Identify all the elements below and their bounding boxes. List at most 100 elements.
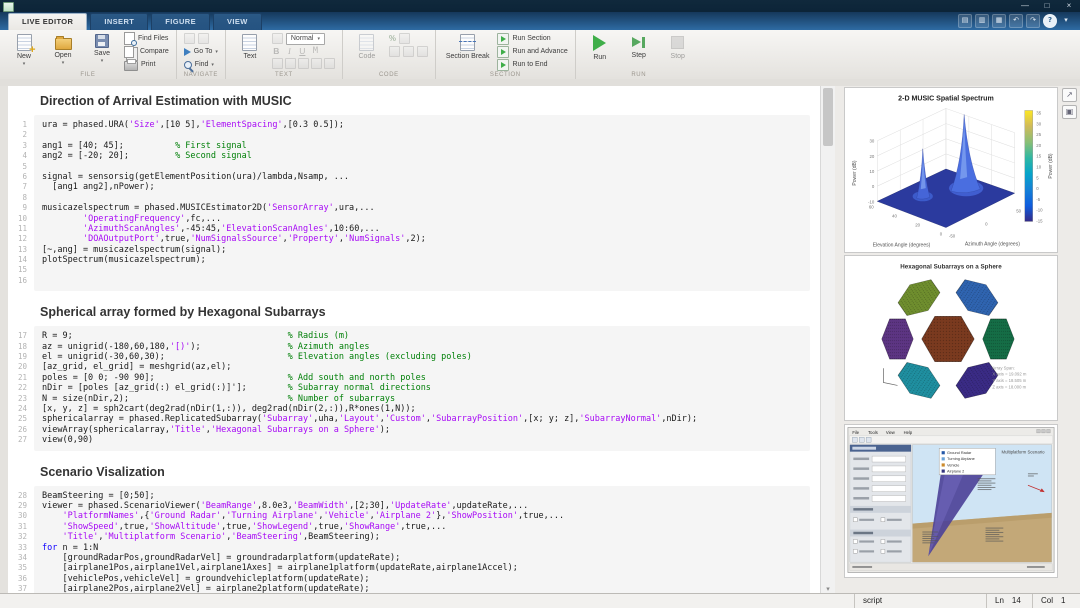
compare-button[interactable]: Compare (124, 45, 169, 58)
code-line[interactable] (42, 162, 802, 172)
code-button[interactable]: Code (350, 33, 384, 61)
code-line[interactable]: ura = phased.URA('Size',[10 5],'ElementS… (42, 120, 802, 130)
code-line[interactable]: sphericalarray = phased.ReplicatedSubarr… (42, 414, 802, 424)
code-line[interactable]: [~,ang] = musicazelspectrum(signal); (42, 245, 802, 255)
minimize-button[interactable]: — (1014, 0, 1036, 12)
code-line[interactable]: 'DOAOutputPort',true,'NumSignalsSource',… (42, 234, 802, 244)
close-button[interactable]: × (1058, 0, 1080, 12)
text-style-dropdown[interactable]: Normal ▾ (271, 32, 335, 45)
save-button[interactable]: Save ▾ (85, 33, 119, 64)
editor-scrollbar[interactable]: ▾ (820, 86, 835, 594)
code-line[interactable]: N = size(nDir,2); % Number of subarrays (42, 394, 802, 404)
code-line[interactable]: 'PlatformNames',{'Ground Radar','Turning… (42, 511, 802, 521)
code-line[interactable]: [x, y, z] = sph2cart(deg2rad(nDir(1,:)),… (42, 404, 802, 414)
code-line[interactable]: BeamSteering = [0;50]; (42, 491, 802, 501)
wrap-code-icon[interactable] (416, 46, 428, 57)
line-number: 31 (17, 521, 27, 531)
code-line[interactable]: viewer = phased.ScenarioViewer('BeamRang… (42, 501, 802, 511)
code-line[interactable]: [ang1 ang2],nPower); (42, 182, 802, 192)
open-figure-icon[interactable]: ↗ (1062, 88, 1077, 102)
help-icon[interactable] (1043, 14, 1057, 28)
code-line[interactable]: R = 9; % Radius (m) (42, 331, 802, 341)
comment-percent-icon[interactable]: % (389, 34, 396, 43)
code-line[interactable]: [groundRadarPos,groundRadarVel] = ground… (42, 553, 802, 563)
code-line[interactable] (42, 276, 802, 286)
code-line[interactable] (42, 265, 802, 275)
scrollbar-thumb[interactable] (823, 88, 833, 146)
monospace-button[interactable]: M (311, 46, 320, 56)
find-files-button[interactable]: Find Files (124, 32, 169, 46)
code-block[interactable]: ura = phased.URA('Size',[10 5],'ElementS… (34, 115, 810, 292)
numbered-list-icon[interactable] (284, 58, 296, 69)
code-line[interactable]: view(0,90) (42, 435, 802, 445)
maximize-button[interactable]: □ (1036, 0, 1058, 12)
tab-figure[interactable]: FIGURE (151, 13, 210, 30)
indent-code-icon[interactable] (402, 46, 414, 57)
run-button[interactable]: Run (583, 33, 617, 62)
code-line[interactable]: plotSpectrum(musicazelspectrum); (42, 255, 802, 265)
text-button[interactable]: Text (233, 33, 267, 61)
underline-button[interactable]: U (298, 46, 307, 56)
code-line[interactable] (42, 193, 802, 203)
bold-button[interactable]: B (272, 46, 281, 56)
code-line[interactable]: nDir = [poles [az_grid(:) el_grid(:)]'];… (42, 383, 802, 393)
code-block[interactable]: BeamSteering = [0;50]; viewer = phased.Sc… (34, 485, 810, 594)
tab-insert[interactable]: INSERT (90, 13, 149, 30)
code-line[interactable]: 'OperatingFrequency',fc,... (42, 214, 802, 224)
section-heading[interactable]: Spherical array formed by Hexagonal Suba… (40, 305, 820, 319)
step-button[interactable]: Step (622, 33, 656, 60)
group-code-icon[interactable] (388, 46, 400, 57)
output-figure-hexagonal-subarrays[interactable]: Hexagonal Subarrays on a Sphere Array Sp… (844, 255, 1058, 421)
code-line[interactable]: ang1 = [40; 45]; % First signal (42, 141, 802, 151)
quick-paste-icon[interactable] (992, 14, 1006, 28)
section-break-button[interactable]: Section Break (443, 33, 493, 61)
quick-undo-icon[interactable] (1009, 14, 1023, 28)
code-line[interactable]: ang2 = [-20; 20]; % Second signal (42, 151, 802, 161)
code-line[interactable]: for n = 1:N (42, 543, 802, 553)
quick-copy-icon[interactable] (975, 14, 989, 28)
stop-button[interactable]: Stop (661, 33, 695, 61)
quick-redo-icon[interactable] (1026, 14, 1040, 28)
code-line[interactable] (42, 130, 802, 140)
code-line[interactable]: [airplane1Pos,airplane1Vel,airplane1Axes… (42, 563, 802, 573)
scrollbar-down-arrow-icon[interactable]: ▾ (821, 585, 835, 593)
print-button[interactable]: Print (124, 59, 169, 71)
indent-decrease-icon[interactable] (297, 58, 309, 69)
open-button[interactable]: Open ▾ (46, 33, 80, 66)
code-line[interactable]: viewArray(sphericalarray,'Title','Hexago… (42, 425, 802, 435)
section-heading[interactable]: Scenario Visalization (40, 465, 820, 479)
new-button[interactable]: New▾ (7, 33, 41, 67)
code-line[interactable]: poles = [0 0; -90 90]; % Add south and n… (42, 373, 802, 383)
bulleted-list-icon[interactable] (271, 58, 283, 69)
live-editor-document[interactable]: Direction of Arrival Estimation with MUS… (8, 86, 820, 594)
output-figure-scenario-viewer[interactable]: File Tools View Help Ground Radar Turning A (844, 424, 1058, 578)
code-line[interactable]: el = unigrid(-30,60,30); % Elevation ang… (42, 352, 802, 362)
run-and-advance-button[interactable]: Run and Advance (497, 45, 568, 58)
alignment-icon[interactable] (323, 58, 335, 69)
code-line[interactable]: [az_grid, el_grid] = meshgrid(az,el); (42, 362, 802, 372)
quick-save-icon[interactable] (958, 14, 972, 28)
section-heading[interactable]: Direction of Arrival Estimation with MUS… (40, 94, 820, 108)
svg-text:20: 20 (869, 154, 874, 159)
code-line[interactable]: 'Title','Multiplatform Scenario','BeamSt… (42, 532, 802, 542)
run-section-button[interactable]: Run Section (497, 32, 567, 45)
output-figure-music-spectrum[interactable]: 2-D MUSIC Spatial Spectrum Power (dB) Po… (844, 87, 1058, 253)
find-button[interactable]: Find ▾ (183, 59, 218, 70)
ribbon-tab-strip: LIVE EDITOR INSERT FIGURE VIEW (0, 12, 1080, 30)
code-block[interactable]: R = 9; % Radius (m) az = unigrid(-180,60,… (34, 326, 810, 451)
code-line[interactable]: signal = sensorsig(getElementPosition(ur… (42, 172, 802, 182)
italic-button[interactable]: I (285, 46, 294, 56)
code-line[interactable]: az = unigrid(-180,60,180,'[)'); % Azimut… (42, 342, 802, 352)
code-line[interactable]: 'ShowSpeed',true,'ShowAltitude',true,'Sh… (42, 522, 802, 532)
refactor-icon[interactable] (399, 33, 410, 44)
quick-access-caret-icon[interactable] (1060, 15, 1072, 27)
figure-options-icon[interactable]: ▣ (1062, 105, 1077, 119)
code-line[interactable]: musicazelspectrum = phased.MUSICEstimato… (42, 203, 802, 213)
run-to-end-button[interactable]: Run to End (497, 58, 567, 71)
indent-increase-icon[interactable] (310, 58, 322, 69)
code-line[interactable]: [vehiclePos,vehicleVel] = groundvehiclep… (42, 574, 802, 584)
code-line[interactable]: 'AzimuthScanAngles',-45:45,'ElevationSca… (42, 224, 802, 234)
tab-view[interactable]: VIEW (213, 13, 262, 30)
tab-live-editor[interactable]: LIVE EDITOR (8, 13, 88, 30)
goto-button[interactable]: Go To ▾ (183, 46, 218, 57)
